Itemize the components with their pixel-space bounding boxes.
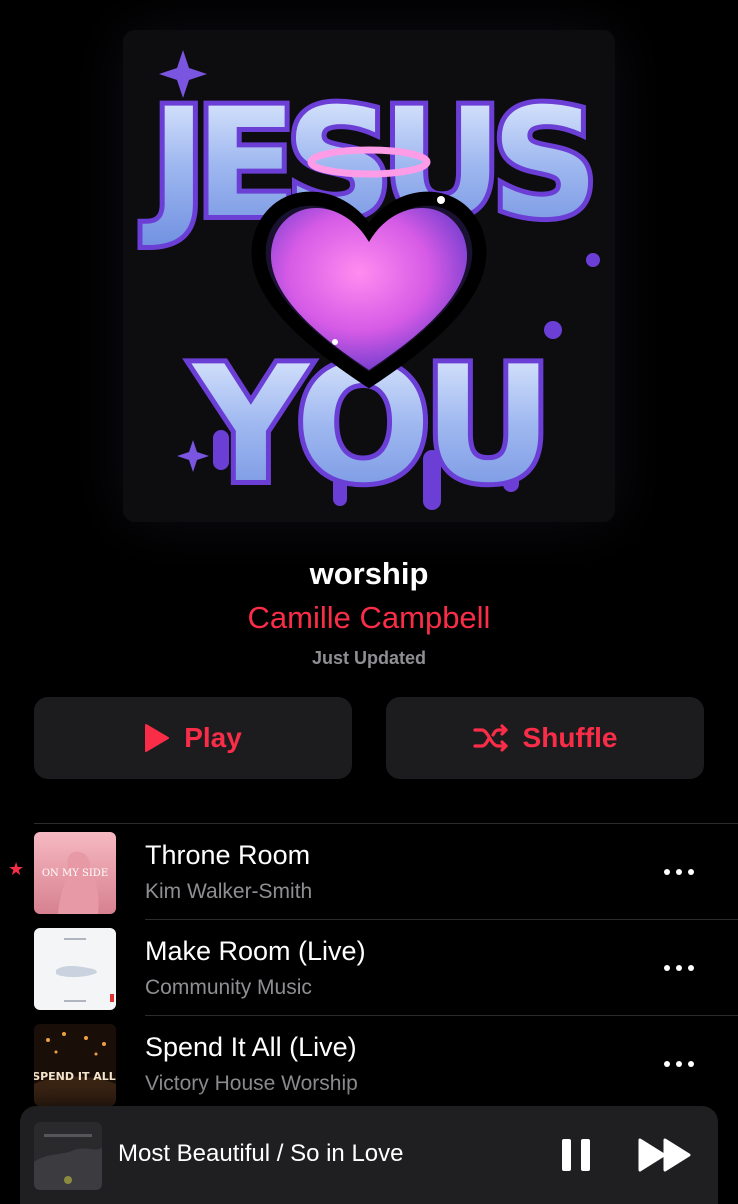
forward-icon [638, 1138, 691, 1172]
more-options-button[interactable] [664, 1054, 694, 1074]
track-row[interactable]: ★ ON MY SIDE Throne Room Kim Walker-Smit… [0, 824, 738, 920]
artwork-graphic: JESUS YOU [123, 30, 615, 522]
track-row[interactable]: Make Room (Live) Community Music [0, 920, 738, 1016]
playlist-artwork: JESUS YOU [123, 30, 615, 522]
track-artist: Victory House Worship [145, 1072, 358, 1095]
track-row[interactable]: SPEND IT ALL Spend It All (Live) Victory… [0, 1016, 738, 1112]
track-title: Make Room (Live) [145, 936, 366, 966]
track-artist: Kim Walker-Smith [145, 880, 313, 903]
pause-button[interactable] [560, 1137, 592, 1173]
track-artwork-text: ON MY SIDE [42, 868, 108, 879]
ellipsis-icon [664, 965, 670, 971]
track-artwork: SPEND IT ALL [34, 1024, 116, 1106]
favorite-star-icon: ★ [8, 859, 25, 879]
playlist-updated-status: Just Updated [311, 648, 426, 668]
track-artwork [34, 928, 116, 1010]
shuffle-button[interactable]: Shuffle [386, 697, 704, 779]
mini-player[interactable]: Most Beautiful / So in Love [20, 1106, 718, 1204]
more-options-button[interactable] [664, 862, 694, 882]
play-icon [144, 724, 170, 752]
track-artwork: ON MY SIDE [34, 832, 116, 914]
track-title: Spend It All (Live) [145, 1032, 357, 1062]
play-button-label: Play [184, 722, 242, 753]
now-playing-artwork [34, 1122, 102, 1190]
now-playing-title[interactable]: Most Beautiful / So in Love [118, 1140, 404, 1168]
pause-icon [562, 1139, 590, 1171]
track-artist: Community Music [145, 976, 312, 999]
ellipsis-icon [664, 869, 670, 875]
more-options-button[interactable] [664, 958, 694, 978]
ellipsis-icon [664, 1061, 670, 1067]
play-button[interactable]: Play [34, 697, 352, 779]
playlist-owner[interactable]: Camille Campbell [0, 600, 738, 636]
shuffle-button-label: Shuffle [522, 722, 618, 753]
track-artwork-text: SPEND IT ALL [34, 1070, 116, 1083]
track-title: Throne Room [145, 840, 311, 870]
forward-button[interactable] [638, 1137, 692, 1173]
shuffle-icon [472, 724, 509, 752]
playlist-title: worship [309, 556, 429, 591]
